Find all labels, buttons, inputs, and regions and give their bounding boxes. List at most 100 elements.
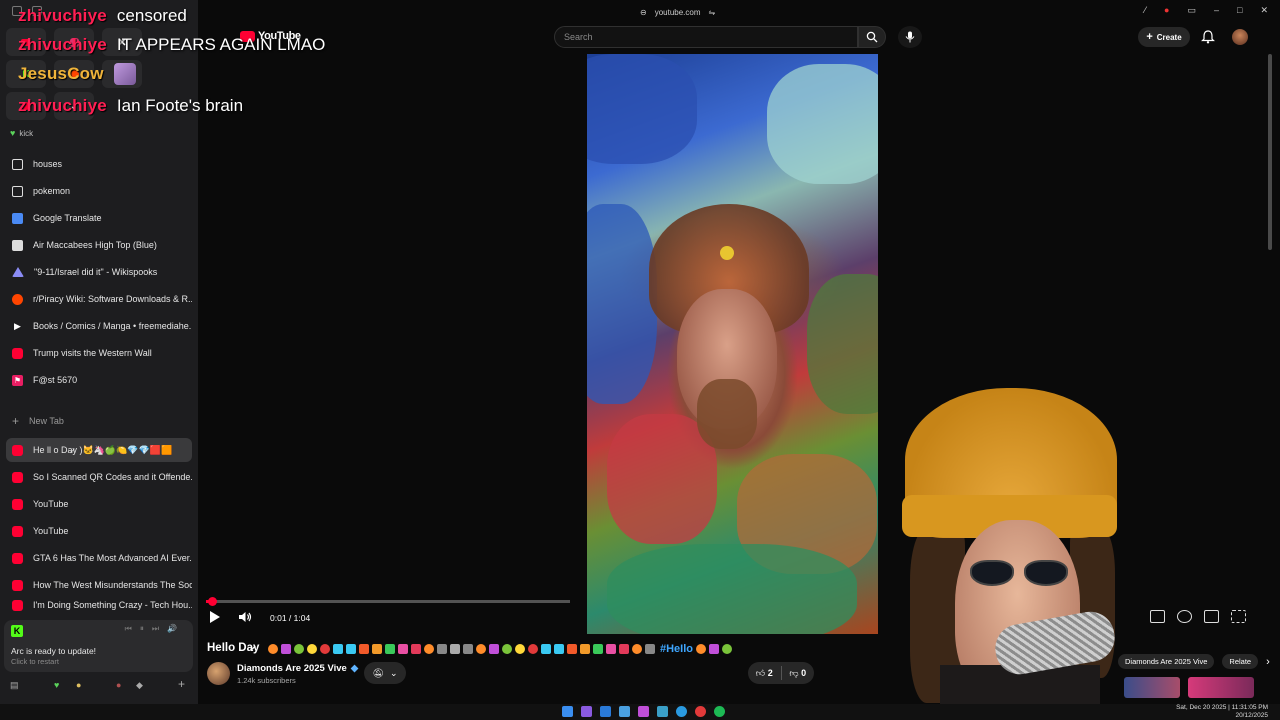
video-title-emojis: #HeIlo [268, 642, 733, 656]
subscriber-count: 1.24k subscribers [237, 676, 296, 685]
sidebar-item-label: Books / Comics / Manga • freemediahe... [33, 321, 192, 331]
subtitles-icon[interactable] [1150, 610, 1165, 623]
bell-off-icon: 🔕︎ [372, 667, 384, 678]
triangle-icon [12, 267, 24, 277]
fullscreen-icon[interactable] [1231, 610, 1246, 623]
heart-icon: ♥ [10, 128, 16, 138]
space-icon[interactable]: ● [76, 680, 81, 690]
sidebar-item-label: pokemon [33, 186, 71, 196]
app-icon[interactable] [619, 706, 630, 717]
sidebar-item-piracy-wiki[interactable]: r/Piracy Wiki: Software Downloads & R... [6, 287, 192, 311]
extension-red-icon[interactable]: ● [1164, 5, 1169, 16]
video-time: 0:01 / 1:04 [270, 613, 311, 623]
notifications-bell-icon[interactable] [1200, 29, 1216, 45]
miniplayer-icon[interactable] [1204, 610, 1219, 623]
create-label: Create [1156, 32, 1182, 42]
new-tab-button[interactable]: + New Tab [12, 414, 64, 428]
app-icon[interactable] [581, 706, 592, 717]
app-icon[interactable] [695, 706, 706, 717]
archive-icon[interactable]: ▤ [10, 680, 19, 691]
tab-label: So I Scanned QR Codes and it Offende... [33, 472, 192, 482]
settings-slider-icon[interactable]: ⇋ [709, 8, 716, 17]
chevron-right-icon[interactable]: › [1266, 656, 1270, 668]
tab-label: YouTube [33, 499, 69, 509]
minimize-icon[interactable]: – [1214, 5, 1219, 16]
play-icon: ▶ [14, 320, 21, 331]
spotify-icon[interactable] [714, 706, 725, 717]
close-icon[interactable]: ✕ [1260, 5, 1268, 16]
sidebar-item-western-wall[interactable]: Trump visits the Western Wall [6, 341, 192, 365]
sidebar-item-fast[interactable]: ⚑ F@st 5670 [6, 368, 192, 392]
sidebar-item-google-translate[interactable]: Google Translate [6, 206, 192, 230]
related-thumbnail[interactable] [1188, 677, 1254, 698]
video-progress-bar[interactable] [206, 597, 570, 606]
chip-related[interactable]: Relate [1222, 654, 1259, 669]
sidebar-item-label: F@st 5670 [33, 375, 78, 385]
volume-icon[interactable] [238, 611, 252, 623]
account-avatar[interactable] [1232, 29, 1248, 45]
add-space-icon[interactable]: + [178, 677, 185, 691]
window-controls: ⁄ ● ▭ – □ ✕ [1145, 5, 1268, 16]
tab-hello-day[interactable]: He ll o Da̷y )🐱🦄🍏🍋💎💎🟥🟧 [6, 438, 192, 462]
app-icon[interactable] [638, 706, 649, 717]
scrollbar[interactable] [1268, 54, 1272, 250]
sidebar-item-air-maccabees[interactable]: Air Maccabees High Top (Blue) [6, 233, 192, 257]
sidebar-bottom-bar: ▤ ♥ ● ● ◆ + [0, 677, 198, 696]
maximize-icon[interactable]: □ [1237, 5, 1242, 16]
channel-avatar[interactable] [207, 662, 230, 685]
kick-icon: K [11, 625, 23, 637]
voice-search-button[interactable] [898, 26, 922, 48]
edge-icon[interactable] [676, 706, 687, 717]
search-placeholder: Search [564, 32, 593, 42]
video-player[interactable] [587, 54, 878, 634]
kick-space-label[interactable]: ♥ kick [10, 128, 33, 138]
tab-gta-6[interactable]: GTA 6 Has The Most Advanced AI Ever... [6, 546, 192, 570]
play-button[interactable] [210, 611, 220, 623]
like-button[interactable]: 👍︎ 2 [748, 668, 781, 679]
page-icon [12, 239, 23, 251]
sidebar-item-wikispooks[interactable]: "9-11/Israel did it" - Wikispooks [6, 260, 192, 284]
tray-date: 20/12/2025 [1235, 712, 1268, 719]
update-card[interactable]: K ⏮⏸⏭🔊 Arc is ready to update! Click to … [4, 620, 193, 672]
sidebar-item-freemediaheck[interactable]: ▶ Books / Comics / Manga • freemediahe... [6, 314, 192, 338]
settings-gear-icon[interactable] [1177, 610, 1192, 623]
start-icon[interactable] [562, 706, 573, 717]
tab-west-misunderstands[interactable]: How The West Misunderstands The Soc... [6, 573, 192, 597]
tab-youtube-1[interactable]: YouTube [6, 492, 192, 516]
search-input[interactable]: Search [554, 26, 858, 48]
search-icon [866, 31, 878, 43]
youtube-icon [12, 444, 23, 456]
extension-icon[interactable]: ⁄ [1145, 5, 1147, 16]
related-thumbnail[interactable] [1124, 677, 1180, 698]
channel-name[interactable]: Diamonds Are 2025 Vive ◆ [237, 663, 358, 674]
video-title-text: HeIlo Da̷y [207, 642, 260, 654]
youtube-icon [12, 471, 23, 483]
sidebar-item-label: Google Translate [33, 213, 102, 223]
update-subtitle: Click to restart [11, 657, 59, 666]
space-icon-2[interactable]: ● [116, 680, 121, 690]
sidebar-item-houses[interactable]: houses [6, 152, 192, 176]
tab-youtube-2[interactable]: YouTube [6, 519, 192, 543]
sidebar-item-pokemon[interactable]: pokemon [6, 179, 192, 203]
tray-datetime: Sat, Dec 20 2025 | 11:31:05 PM [1176, 704, 1268, 711]
dislike-button[interactable]: 👎︎ 0 [782, 668, 815, 679]
youtube-icon [12, 579, 23, 591]
url-text: youtube.com [654, 7, 701, 17]
app-icon[interactable] [657, 706, 668, 717]
chip-channel[interactable]: Diamonds Are 2025 Vive [1118, 654, 1215, 669]
app-icon[interactable] [600, 706, 611, 717]
video-hashtag[interactable]: #HeIlo [660, 643, 693, 655]
heart-icon[interactable]: ♥ [54, 680, 59, 690]
system-tray[interactable]: Sat, Dec 20 2025 | 11:31:05 PM 20/12/202… [1130, 704, 1268, 720]
url-bar[interactable]: ⊖ youtube.com ⇋ [640, 4, 760, 20]
tab-tech-house[interactable]: I'm Doing Something Crazy - Tech Hou... [6, 600, 192, 614]
split-view-icon[interactable]: ▭ [1187, 5, 1196, 16]
tab-qr-codes[interactable]: So I Scanned QR Codes and it Offende... [6, 465, 192, 489]
person-icon[interactable]: ◆ [136, 680, 143, 691]
media-controls[interactable]: ⏮⏸⏭🔊 [125, 624, 185, 634]
progress-scrubber[interactable] [207, 597, 217, 606]
sidebar-item-label: Air Maccabees High Top (Blue) [33, 240, 157, 250]
subscribed-button[interactable]: 🔕︎ ⌄ [364, 662, 406, 684]
search-button[interactable] [858, 26, 886, 48]
create-button[interactable]: + Create [1138, 27, 1190, 47]
